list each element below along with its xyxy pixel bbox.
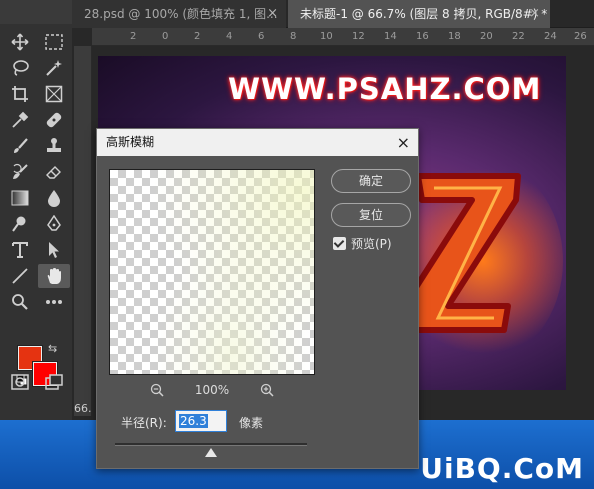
zoom-in-icon[interactable] (259, 383, 275, 401)
history-brush-icon[interactable] (4, 160, 36, 184)
dialog-title: 高斯模糊 (106, 135, 155, 149)
watermark-logo: UiBQ.CoM (420, 452, 584, 485)
swap-colors-icon[interactable]: ⇆ (48, 342, 57, 355)
frame-tool-icon[interactable] (38, 82, 70, 106)
move-tool-icon[interactable] (4, 30, 36, 54)
preview-checkbox-label[interactable]: 预览(P) (351, 235, 392, 252)
ruler-label: 14 (384, 31, 397, 42)
ruler-label: 22 (512, 31, 525, 42)
screen-mode-icon[interactable] (38, 370, 70, 394)
tab-untitled-1[interactable]: 未标题-1 @ 66.7% (图层 8 拷贝, RGB/8#) * × (288, 0, 550, 28)
horizontal-ruler: 2 0 2 4 6 8 10 12 14 16 18 20 22 24 26 (92, 28, 594, 46)
ruler-label: 18 (448, 31, 461, 42)
dialog-titlebar[interactable]: 高斯模糊 × (97, 129, 418, 156)
blur-preview[interactable] (109, 169, 315, 375)
blur-icon[interactable] (38, 186, 70, 210)
zoom-icon[interactable] (4, 290, 36, 314)
ruler-label: 20 (480, 31, 493, 42)
ruler-label: 8 (290, 31, 297, 42)
radius-input[interactable]: 26.3 (175, 410, 227, 432)
ruler-label: 0 (162, 31, 169, 42)
ruler-label: 16 (416, 31, 429, 42)
gaussian-blur-dialog: 高斯模糊 × 100% 确定 复位 预览(P) 半径(R): 26.3 像素 (96, 128, 419, 469)
radius-unit: 像素 (239, 416, 264, 430)
tab-label: 未标题-1 @ 66.7% (图层 8 拷贝, RGB/8#) * (300, 7, 548, 21)
canvas-site-text: WWW.PSAHZ.COM (228, 72, 542, 106)
close-icon[interactable]: × (529, 0, 540, 28)
gradient-icon[interactable] (4, 186, 36, 210)
ruler-label: 24 (544, 31, 557, 42)
preview-zoom-controls: 100% (109, 383, 315, 403)
pen-icon[interactable] (38, 212, 70, 236)
zoom-out-icon[interactable] (149, 383, 165, 401)
vertical-ruler (74, 46, 92, 416)
preview-checkbox[interactable] (333, 237, 346, 250)
preview-zoom-level: 100% (194, 383, 230, 397)
marquee-tool-icon[interactable] (38, 30, 70, 54)
path-select-icon[interactable] (38, 238, 70, 262)
radius-slider-thumb[interactable] (205, 448, 217, 457)
tab-28-psd[interactable]: 28.psd @ 100% (颜色填充 1, 图... × (72, 0, 286, 28)
healing-brush-icon[interactable] (38, 108, 70, 132)
radius-label: 半径(R): (121, 416, 167, 430)
lasso-tool-icon[interactable] (4, 56, 36, 80)
ruler-label: 10 (320, 31, 333, 42)
magic-wand-icon[interactable] (38, 56, 70, 80)
ruler-label: 4 (226, 31, 233, 42)
tools-panel: ⇆ (0, 24, 72, 420)
ruler-label: 26 (574, 31, 587, 42)
type-icon[interactable] (4, 238, 36, 262)
ruler-label: 2 (130, 31, 137, 42)
status-zoom[interactable]: 66. (74, 402, 92, 415)
line-icon[interactable] (4, 264, 36, 288)
more-icon[interactable] (38, 290, 70, 314)
ruler-label: 2 (194, 31, 201, 42)
document-tab-bar: 28.psd @ 100% (颜色填充 1, 图... × 未标题-1 @ 66… (72, 0, 594, 28)
hand-icon[interactable] (38, 264, 70, 288)
brush-icon[interactable] (4, 134, 36, 158)
ruler-label: 12 (352, 31, 365, 42)
close-icon[interactable]: × (397, 129, 410, 156)
close-icon[interactable]: × (267, 0, 278, 28)
eraser-icon[interactable] (38, 160, 70, 184)
crop-tool-icon[interactable] (4, 82, 36, 106)
radius-value: 26.3 (179, 414, 208, 428)
tab-label: 28.psd @ 100% (颜色填充 1, 图... (84, 7, 278, 21)
ruler-label: 6 (258, 31, 265, 42)
dodge-icon[interactable] (4, 212, 36, 236)
radius-slider-track[interactable] (115, 443, 307, 446)
stamp-icon[interactable] (38, 134, 70, 158)
eyedropper-icon[interactable] (4, 108, 36, 132)
ok-button[interactable]: 确定 (331, 169, 411, 193)
quick-mask-icon[interactable] (4, 370, 36, 394)
reset-button[interactable]: 复位 (331, 203, 411, 227)
